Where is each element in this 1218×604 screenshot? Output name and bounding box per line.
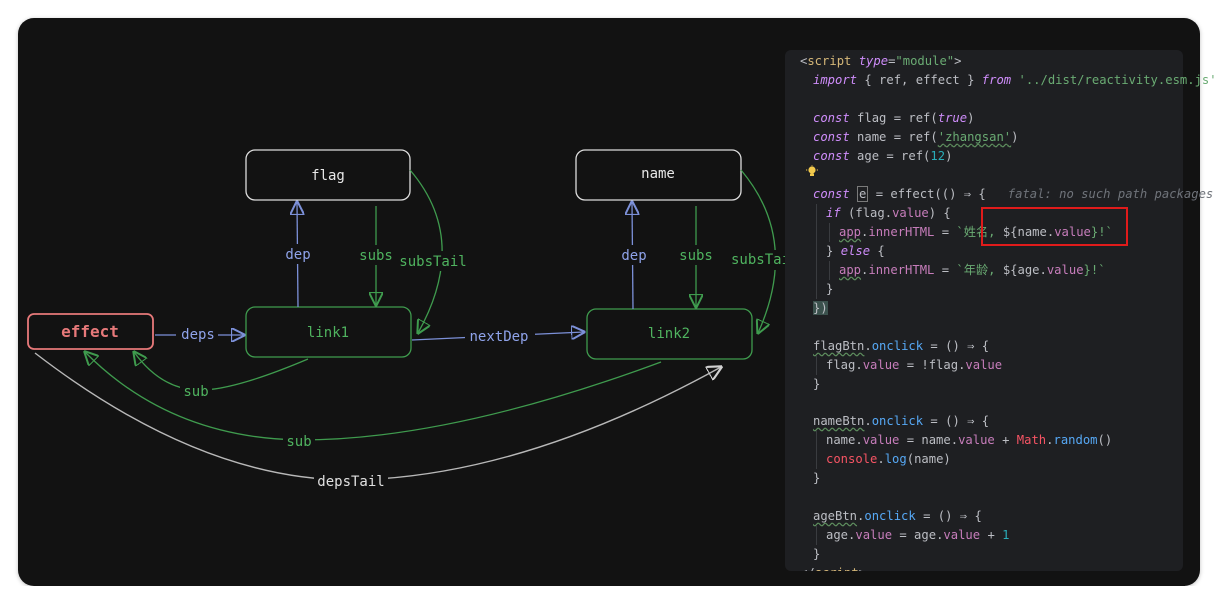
node-link1-label: link1 — [307, 325, 349, 341]
edge-substail-1-label: subsTail — [399, 254, 466, 270]
code-line: if (flag.value) { — [826, 206, 951, 220]
code-line: } — [826, 282, 834, 296]
indent-guide — [829, 223, 830, 242]
code-line: console.log(name) — [826, 452, 951, 466]
code-line: } — [813, 471, 821, 485]
edge-dep-1-label: dep — [285, 247, 310, 263]
edge-substail-1: subsTail — [398, 169, 468, 333]
edge-nextdep-label: nextDep — [469, 329, 528, 345]
code-line: const name = ref('zhangsan') — [813, 130, 1019, 144]
node-link1: link1 — [245, 306, 412, 358]
code-line: <script type="module"> — [800, 54, 962, 68]
edge-sub-2-label: sub — [286, 434, 311, 450]
code-line: name.value = name.value + Math.random() — [826, 433, 1113, 447]
node-link2: link2 — [586, 308, 753, 360]
code-line: const e = effect(() ⇒ { fatal: no such p… — [813, 186, 1214, 202]
edge-subs-1-label: subs — [359, 248, 393, 264]
edge-sub-1: sub — [134, 352, 309, 401]
code-line: app.innerHTML = `年龄, ${age.value}!` — [839, 263, 1106, 277]
edge-dep-2-label: dep — [621, 248, 646, 264]
code-line: }) — [813, 301, 828, 315]
edge-sub-2: sub — [85, 352, 662, 451]
indent-guide — [816, 431, 817, 469]
highlight-box — [981, 207, 1128, 246]
code-line: nameBtn.onclick = () ⇒ { — [813, 414, 990, 428]
edge-depstail-label: depsTail — [317, 474, 384, 490]
edge-substail-2-label: subsTai — [731, 252, 790, 268]
edge-sub-1-label: sub — [183, 384, 208, 400]
code-line: } — [813, 547, 821, 561]
node-name: name — [575, 149, 742, 201]
lightbulb-icon[interactable] — [806, 165, 818, 179]
code-line: } — [813, 377, 821, 391]
edge-subs-1: subs — [356, 206, 396, 305]
code-line: flagBtn.onclick = () ⇒ { — [813, 339, 990, 353]
indent-guide — [816, 526, 817, 545]
edge-nextdep: nextDep — [411, 326, 584, 346]
indent-guide — [816, 356, 817, 375]
node-flag: flag — [245, 149, 411, 201]
node-effect: effect — [27, 313, 154, 350]
node-effect-label: effect — [61, 322, 119, 341]
node-link2-label: link2 — [648, 326, 690, 342]
code-line: const age = ref(12) — [813, 149, 953, 163]
edge-subs-2: subs — [676, 206, 716, 307]
code-line: ageBtn.onclick = () ⇒ { — [813, 509, 982, 523]
edge-subs-2-label: subs — [679, 248, 713, 264]
code-line: } else { — [826, 244, 885, 258]
code-line: const flag = ref(true) — [813, 111, 975, 125]
edge-dep-2: dep — [617, 202, 649, 310]
edge-deps: deps — [155, 324, 244, 344]
code-line: age.value = age.value + 1 — [826, 528, 1010, 542]
edge-deps-label: deps — [181, 327, 215, 343]
edge-dep-1: dep — [282, 202, 314, 308]
code-line: flag.value = !flag.value — [826, 358, 1003, 372]
indent-guide — [829, 261, 830, 280]
node-name-label: name — [641, 166, 675, 182]
code-line: import { ref, effect } from '../dist/rea… — [813, 73, 1217, 87]
edge-depstail: depsTail — [34, 352, 721, 490]
page-bottom-margin — [0, 586, 1218, 604]
node-flag-label: flag — [311, 168, 345, 184]
indent-guide — [816, 204, 817, 299]
